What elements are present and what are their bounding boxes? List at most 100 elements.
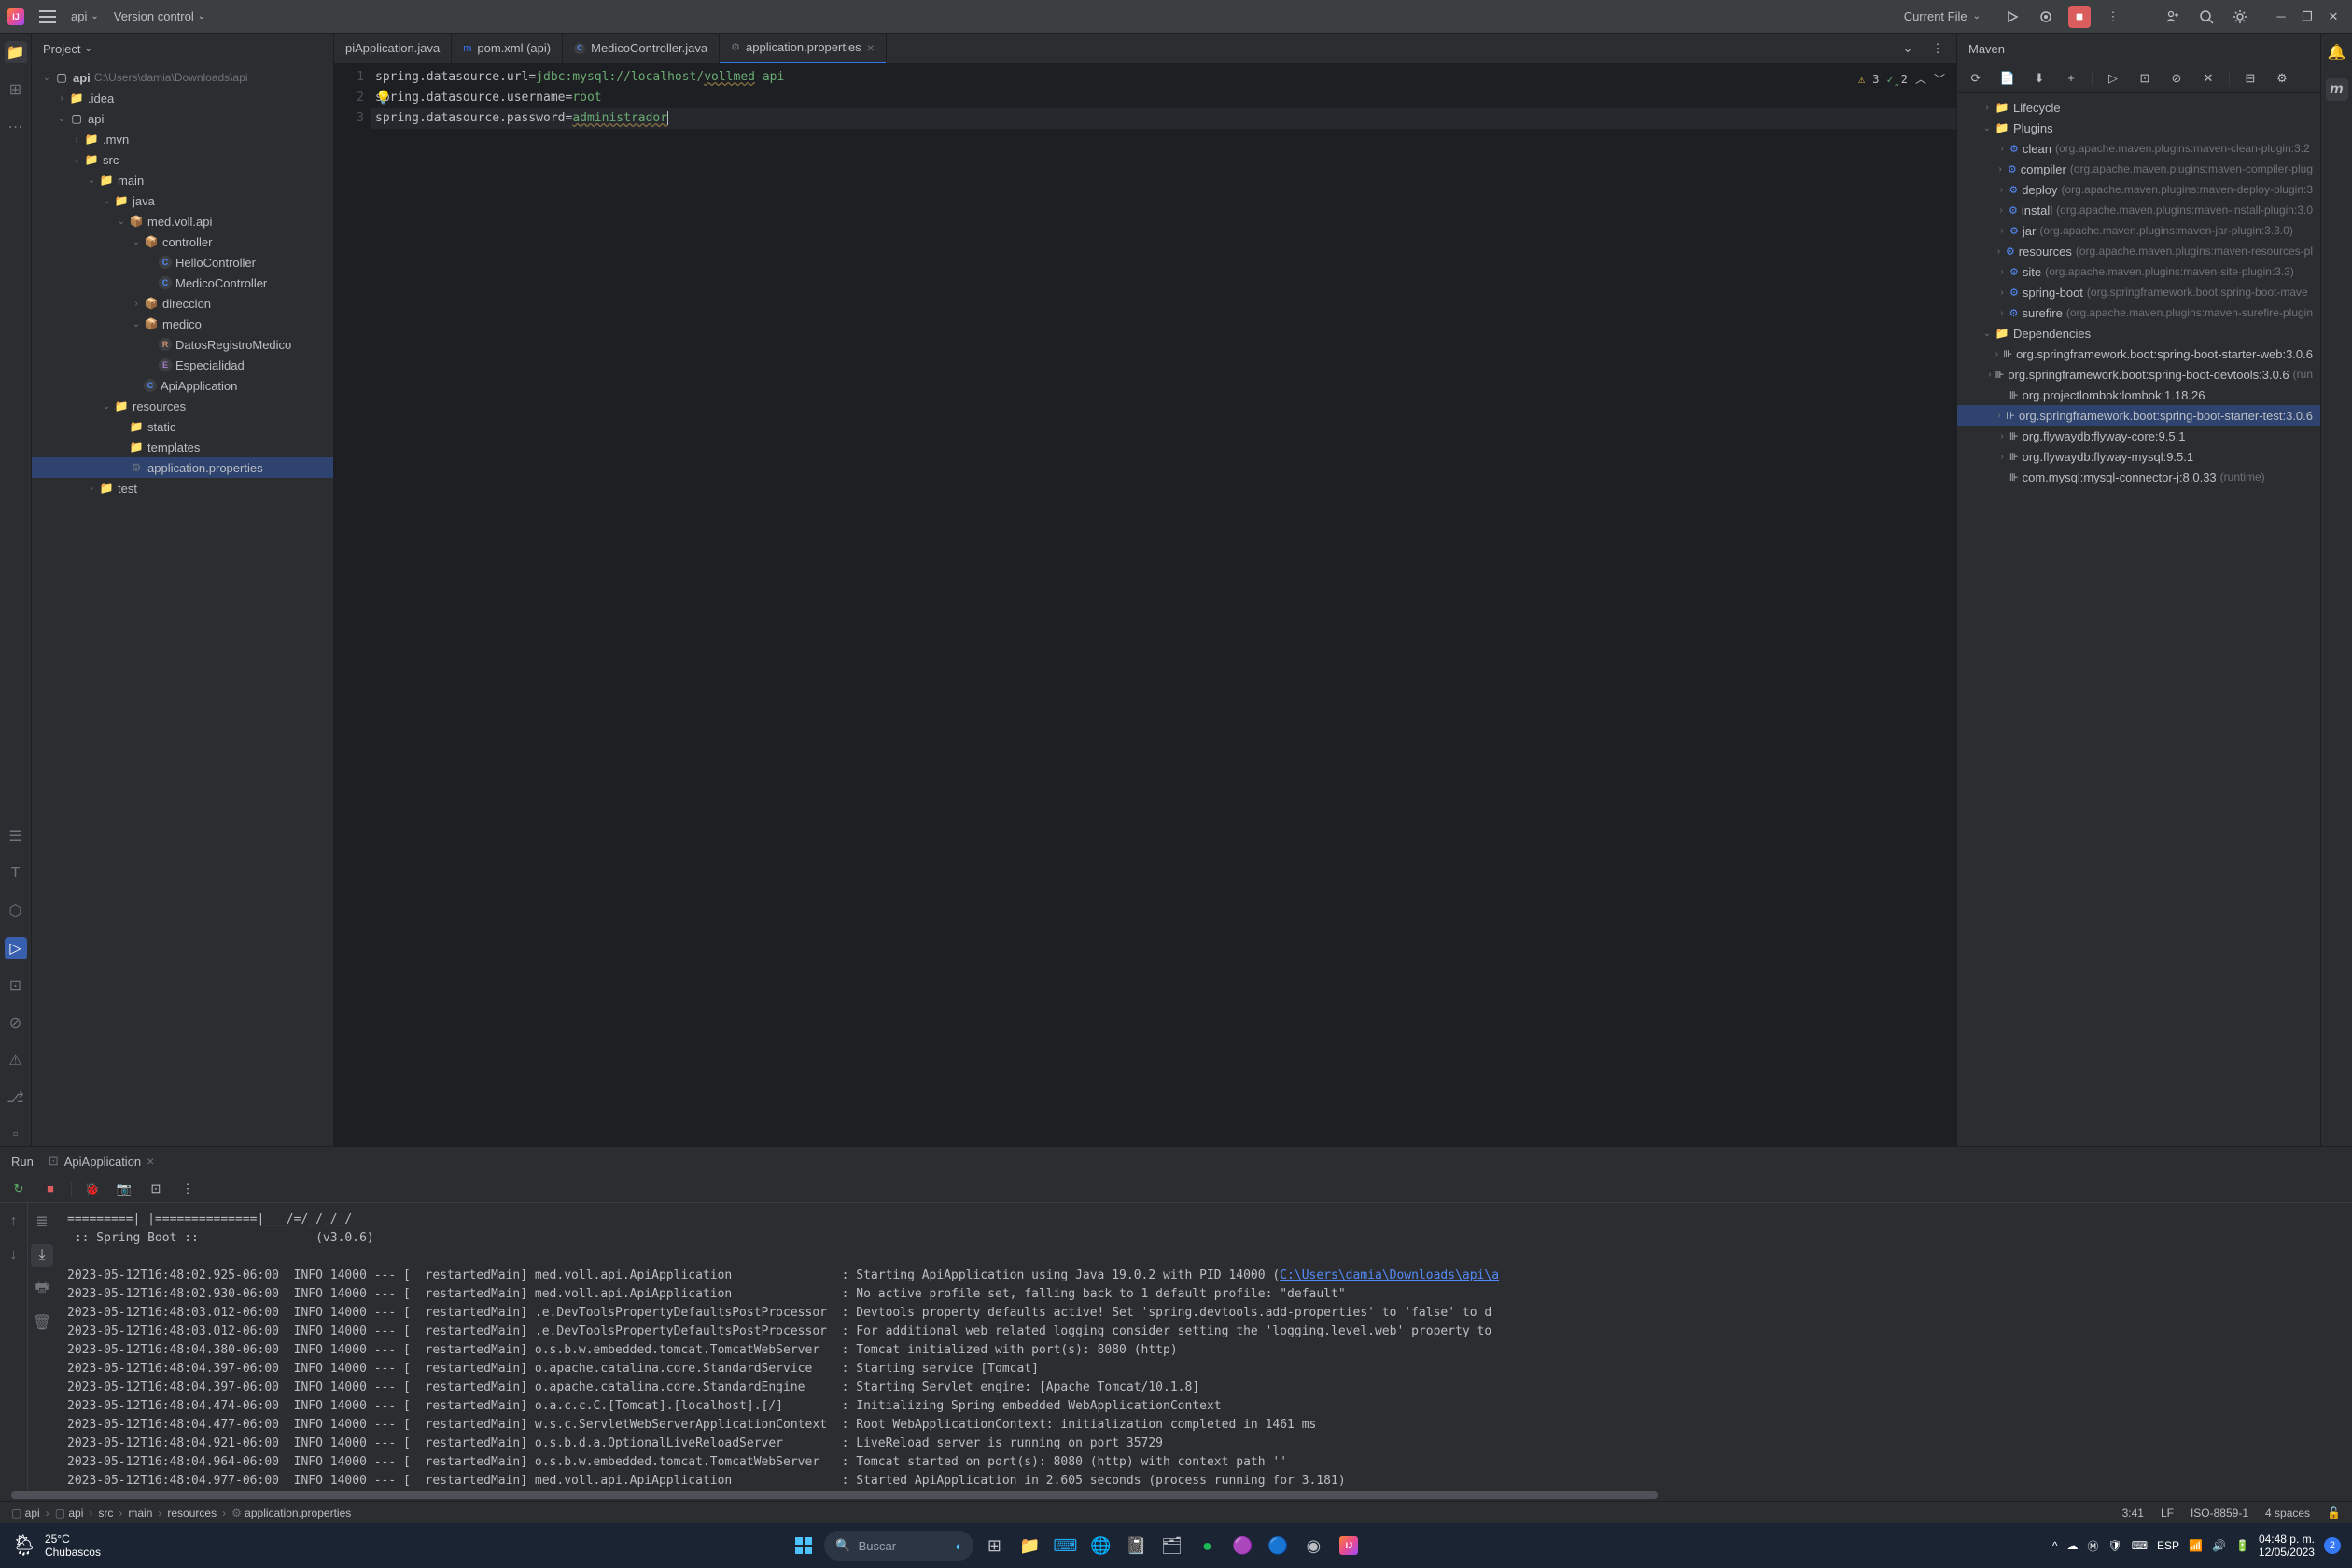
stop-button[interactable] <box>2068 6 2091 28</box>
intention-bulb-icon[interactable]: 💡 <box>375 88 391 108</box>
build-tool-icon[interactable]: ⊡ <box>5 974 27 997</box>
caret-position[interactable]: 3:41 <box>2122 1506 2144 1519</box>
files-icon[interactable]: 🗂 <box>1156 1531 1186 1561</box>
project-tool-icon[interactable]: 📁 <box>5 41 27 63</box>
maximize-icon[interactable]: ❐ <box>2296 6 2318 28</box>
run-icon[interactable] <box>2001 6 2023 28</box>
maven-lifecycle[interactable]: ›📁Lifecycle <box>1957 97 2320 118</box>
tree-node-appprops[interactable]: ⚙application.properties <box>32 457 333 478</box>
taskbar-search[interactable]: 🔍Buscar◐ <box>824 1531 973 1561</box>
tray-onedrive-icon[interactable]: ☁ <box>2066 1539 2078 1552</box>
notion-icon[interactable]: 📓 <box>1121 1531 1151 1561</box>
task-view-icon[interactable]: ⊞ <box>979 1531 1009 1561</box>
tree-node-mvn[interactable]: ›📁.mvn <box>32 129 333 149</box>
reload-icon[interactable]: ⟳ <box>1965 67 1987 90</box>
tray-lang[interactable]: ESP <box>2157 1539 2179 1552</box>
tree-node-static[interactable]: 📁static <box>32 416 333 437</box>
services-tool-icon[interactable]: ⬡ <box>5 900 27 922</box>
tab-medicocontroller[interactable]: CMedicoController.java <box>563 34 720 63</box>
problems-tool-icon[interactable]: ⊘ <box>5 1012 27 1034</box>
search-icon[interactable] <box>2195 6 2218 28</box>
vscode-icon[interactable]: ⌨ <box>1050 1531 1080 1561</box>
maven-plugin-item[interactable]: ›⚙install(org.apache.maven.plugins:maven… <box>1957 200 2320 220</box>
run-maven-icon[interactable]: ▷ <box>2102 67 2124 90</box>
tree-node-pkg[interactable]: ⌄📦med.voll.api <box>32 211 333 231</box>
tree-node-especialidad[interactable]: EEspecialidad <box>32 355 333 375</box>
download-icon[interactable]: ⬇ <box>2028 67 2051 90</box>
tree-node-idea[interactable]: ›📁.idea <box>32 88 333 108</box>
print-icon[interactable]: 🖶 <box>31 1278 53 1300</box>
code-area[interactable]: 💡 spring.datasource.url=jdbc:mysql://loc… <box>371 63 1956 1146</box>
collapse-icon[interactable]: ⊟ <box>2239 67 2261 90</box>
breadcrumb-item[interactable]: ▢ api <box>11 1506 40 1519</box>
tree-node-controller[interactable]: ⌄📦controller <box>32 231 333 252</box>
tray-wifi-icon[interactable]: 📶 <box>2189 1539 2203 1552</box>
maven-plugin-item[interactable]: ›⚙clean(org.apache.maven.plugins:maven-c… <box>1957 138 2320 159</box>
maven-tree[interactable]: ›📁Lifecycle ⌄📁Plugins ›⚙clean(org.apache… <box>1957 93 2320 1146</box>
tree-node-api[interactable]: ⌄▢api <box>32 108 333 129</box>
tray-chevron-icon[interactable]: ^ <box>2052 1539 2058 1552</box>
maven-dependency-item[interactable]: ›⊪org.springframework.boot:spring-boot-s… <box>1957 343 2320 364</box>
run-config-selector[interactable]: Current File⌄ <box>1895 6 1990 27</box>
file-encoding[interactable]: ISO-8859-1 <box>2191 1506 2248 1519</box>
main-menu-icon[interactable] <box>39 10 56 23</box>
skip-tests-icon[interactable]: ✕ <box>2197 67 2219 90</box>
notifications-icon[interactable]: 🔔 <box>2326 41 2348 63</box>
rerun-icon[interactable]: ↻ <box>7 1178 30 1200</box>
tree-node-apiapp[interactable]: CApiApplication <box>32 375 333 396</box>
breadcrumb-item[interactable]: ⚙ application.properties <box>231 1506 351 1519</box>
scroll-up-icon[interactable]: ↑ <box>3 1211 25 1233</box>
warnings-tool-icon[interactable]: ⚠ <box>5 1049 27 1071</box>
settings-icon[interactable] <box>2229 6 2251 28</box>
maven-dependency-item[interactable]: ›⊪org.springframework.boot:spring-boot-s… <box>1957 405 2320 426</box>
camera-icon[interactable]: 📷 <box>113 1178 135 1200</box>
tab-appprops[interactable]: ⚙application.properties× <box>720 34 887 63</box>
maven-plugin-item[interactable]: ›⚙spring-boot(org.springframework.boot:s… <box>1957 282 2320 302</box>
stop-run-icon[interactable]: ■ <box>39 1178 62 1200</box>
tab-apiapplication[interactable]: piApplication.java <box>334 34 452 63</box>
maven-panel-header[interactable]: Maven <box>1957 34 2320 63</box>
run-tool-icon[interactable]: ▷ <box>5 937 27 959</box>
add-icon[interactable]: + <box>2060 67 2082 90</box>
vcs-tool-icon[interactable]: ⎇ <box>5 1086 27 1109</box>
tray-volume-icon[interactable]: 🔊 <box>2212 1539 2226 1552</box>
tree-node-templates[interactable]: 📁templates <box>32 437 333 457</box>
notification-badge[interactable]: 2 <box>2324 1537 2341 1554</box>
maven-plugins[interactable]: ⌄📁Plugins <box>1957 118 2320 138</box>
debug-icon[interactable] <box>2035 6 2057 28</box>
close-run-tab-icon[interactable]: × <box>147 1154 154 1169</box>
close-icon[interactable]: ✕ <box>2322 6 2345 28</box>
tray-battery-icon[interactable]: 🔋 <box>2235 1539 2249 1552</box>
breadcrumb[interactable]: ▢ api›▢ api›src›main›resources›⚙ applica… <box>11 1506 351 1519</box>
tree-node-src[interactable]: ⌄📁src <box>32 149 333 170</box>
tabs-dropdown-icon[interactable]: ⌄ <box>1897 37 1919 60</box>
tree-node-resources[interactable]: ⌄📁resources <box>32 396 333 416</box>
tray-keyboard-icon[interactable]: ⌨ <box>2132 1539 2148 1552</box>
maven-plugin-item[interactable]: ›⚙site(org.apache.maven.plugins:maven-si… <box>1957 261 2320 282</box>
maven-plugin-item[interactable]: ›⚙compiler(org.apache.maven.plugins:mave… <box>1957 159 2320 179</box>
next-highlight-icon[interactable]: ﹀ <box>1934 69 1945 90</box>
tree-node-datos[interactable]: RDatosRegistroMedico <box>32 334 333 355</box>
scroll-to-end-icon[interactable]: ⤓ <box>31 1244 53 1267</box>
start-icon[interactable] <box>789 1531 819 1561</box>
tools-config-icon[interactable]: ▫ <box>5 1124 27 1146</box>
more-tool-icon[interactable]: ⋯ <box>5 116 27 138</box>
maven-plugin-item[interactable]: ›⚙jar(org.apache.maven.plugins:maven-jar… <box>1957 220 2320 241</box>
app-icon-2[interactable]: 🔵 <box>1263 1531 1293 1561</box>
tree-node-java[interactable]: ⌄📁java <box>32 190 333 211</box>
chrome-icon[interactable]: 🌐 <box>1085 1531 1115 1561</box>
maven-dependencies[interactable]: ⌄📁Dependencies <box>1957 323 2320 343</box>
debug-run-icon[interactable]: 🐞 <box>81 1178 104 1200</box>
scroll-down-icon[interactable]: ↓ <box>3 1244 25 1267</box>
tray-app-icon[interactable]: Ⓜ <box>2087 1538 2098 1554</box>
maven-plugin-item[interactable]: ›⚙surefire(org.apache.maven.plugins:mave… <box>1957 302 2320 323</box>
editor-content[interactable]: 1 2 3 💡 spring.datasource.url=jdbc:mysql… <box>334 63 1956 1146</box>
indent-config[interactable]: 4 spaces <box>2265 1506 2310 1519</box>
terminal-tool-icon[interactable]: T <box>5 862 27 885</box>
maven-plugin-item[interactable]: ›⚙deploy(org.apache.maven.plugins:maven-… <box>1957 179 2320 200</box>
console-output[interactable]: =========|_|==============|___/=/_/_/_/ … <box>56 1203 2352 1490</box>
prev-highlight-icon[interactable]: ︿ <box>1915 69 1926 90</box>
maven-tool-icon[interactable]: m <box>2326 78 2348 101</box>
tray-security-icon[interactable]: 🛡 <box>2107 1539 2121 1552</box>
bookmarks-tool-icon[interactable]: ☰ <box>5 825 27 847</box>
